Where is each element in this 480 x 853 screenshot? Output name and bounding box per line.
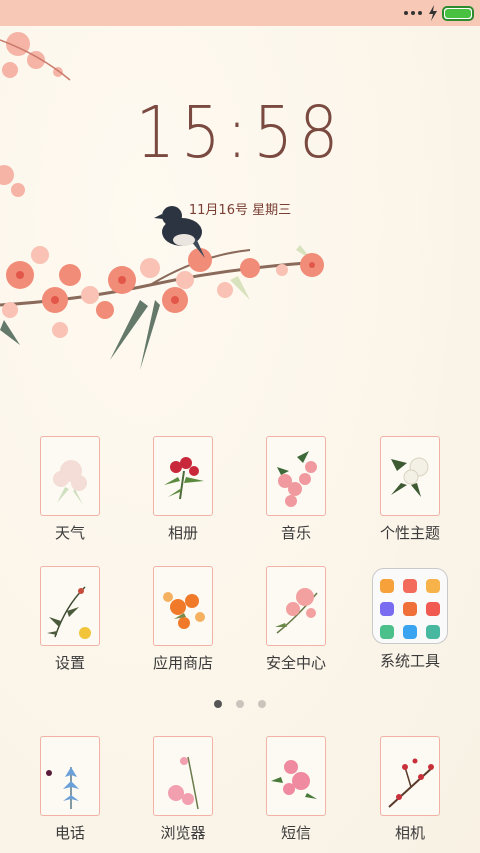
app-label: 相机 (394, 824, 425, 842)
clock-date[interactable]: 11月16号 星期三 (0, 199, 480, 218)
app-security-center[interactable]: 安全中心 (241, 566, 351, 673)
mini-app-icon (380, 579, 394, 593)
app-themes[interactable]: 个性主题 (355, 436, 465, 543)
flower-weather-icon (40, 436, 100, 516)
mini-app-icon (426, 625, 440, 639)
clock-time[interactable]: 15:58 (0, 91, 480, 175)
mini-app-icon (403, 602, 417, 616)
app-label: 个性主题 (379, 524, 440, 542)
app-label: 应用商店 (152, 654, 213, 672)
app-label: 设置 (54, 654, 85, 672)
page-indicator (0, 700, 480, 708)
app-store[interactable]: 应用商店 (128, 566, 238, 673)
flower-settings-icon (40, 566, 100, 646)
page-dot[interactable] (236, 700, 244, 708)
mini-app-icon (403, 625, 417, 639)
flower-appstore-icon (153, 566, 213, 646)
mini-app-icon (426, 579, 440, 593)
dock-camera[interactable]: 相机 (355, 736, 465, 843)
app-label: 相册 (167, 524, 198, 542)
flower-phone-icon (40, 736, 100, 816)
flower-music-icon (266, 436, 326, 516)
charging-icon (429, 5, 437, 21)
app-settings[interactable]: 设置 (15, 566, 125, 673)
app-music[interactable]: 音乐 (241, 436, 351, 543)
app-weather[interactable]: 天气 (15, 436, 125, 543)
mini-app-icon (426, 602, 440, 616)
app-label: 电话 (54, 824, 85, 842)
app-label: 浏览器 (160, 824, 206, 842)
mini-app-icon (403, 579, 417, 593)
app-label: 安全中心 (265, 654, 326, 672)
app-gallery[interactable]: 相册 (128, 436, 238, 543)
battery-level-fill (445, 9, 471, 18)
mini-app-icon (380, 625, 394, 639)
app-label: 短信 (280, 824, 311, 842)
status-bar (0, 0, 480, 26)
folder-system-tools[interactable]: 系统工具 (355, 566, 465, 671)
flower-messages-icon (266, 736, 326, 816)
page-dot[interactable] (258, 700, 266, 708)
app-label: 天气 (54, 524, 85, 542)
mini-app-icon (380, 602, 394, 616)
page-dot-active[interactable] (214, 700, 222, 708)
app-label: 音乐 (280, 524, 311, 542)
flower-gallery-icon (153, 436, 213, 516)
dock-messages[interactable]: 短信 (241, 736, 351, 843)
flower-security-icon (266, 566, 326, 646)
dock-phone[interactable]: 电话 (15, 736, 125, 843)
flower-camera-icon (380, 736, 440, 816)
flower-browser-icon (153, 736, 213, 816)
more-notifications-icon (404, 11, 422, 15)
system-tools-folder-icon (372, 568, 448, 644)
battery-icon (442, 6, 474, 21)
dock-browser[interactable]: 浏览器 (128, 736, 238, 843)
flower-themes-icon (380, 436, 440, 516)
app-label: 系统工具 (379, 652, 440, 670)
